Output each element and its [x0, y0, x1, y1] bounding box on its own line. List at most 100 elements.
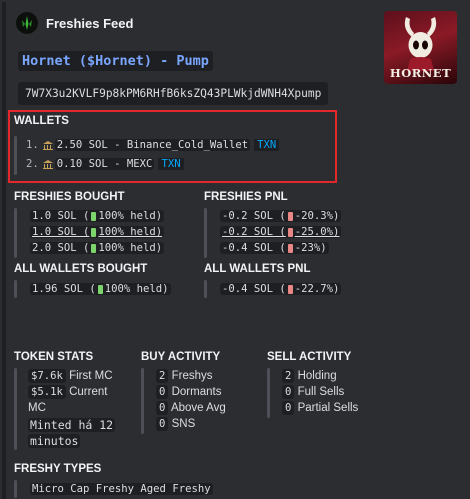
buy-activity-item: 0 Above Avg — [156, 401, 226, 415]
quote-bar — [267, 368, 270, 418]
author-name[interactable]: Freshies Feed — [46, 16, 133, 31]
all-wallets-pnl-row: -0.4 SOL ( -22.7%) — [220, 283, 342, 295]
first-mc-value: $7.6k — [28, 369, 66, 383]
freshy-types-header: FRESHY TYPES — [14, 463, 102, 475]
label: Dormants — [171, 386, 222, 398]
all-wallets-pnl-header: ALL WALLETS PNL — [204, 263, 311, 275]
token-title-link[interactable]: Hornet ($Hornet) - Pump — [18, 51, 213, 71]
freshies-pnl-header: FRESHIES PNL — [204, 191, 288, 203]
pnl-pct: -22.7%) — [294, 283, 340, 295]
freshies-bought-row[interactable]: 2.0 SOL (100% held) — [30, 242, 165, 254]
freshies-bought-row[interactable]: 1.0 SOL ( 100% held) — [30, 210, 165, 222]
token-stats-header: TOKEN STATS — [14, 351, 94, 363]
pnl-pct: -20.3%) — [294, 210, 340, 222]
quote-bar — [204, 280, 207, 298]
wallet-text: 0.10 SOL - MEXC — [54, 158, 155, 170]
freshy-types-value: Micro Cap Freshy Aged Freshy — [30, 483, 213, 495]
quote-bar — [141, 368, 144, 434]
freshies-pnl-row[interactable]: -0.2 SOL ( -25.0%) — [220, 226, 342, 238]
bank-icon — [42, 159, 53, 169]
thumbnail-text: HORNET — [389, 66, 452, 80]
first-mc-label: First MC — [69, 370, 113, 382]
count: 0 — [156, 417, 169, 431]
count: 0 — [282, 385, 295, 399]
sell-activity-header: SELL ACTIVITY — [267, 351, 352, 363]
held-pct: 100% held) — [98, 226, 163, 238]
current-mc-value: $5.1k — [28, 385, 66, 399]
current-mc-stat: $5.1k Current — [28, 385, 108, 399]
battery-low-icon — [287, 227, 293, 237]
all-wallets-bought-header: ALL WALLETS BOUGHT — [14, 263, 148, 275]
count: 2 — [282, 369, 295, 383]
label: Holding — [297, 370, 337, 382]
minted-stat-cont: minutos — [28, 434, 81, 448]
minted-stat: Minted há 12 — [28, 418, 116, 432]
freshies-bought-header: FRESHIES BOUGHT — [14, 191, 125, 203]
contract-address[interactable]: 7W7X3u2KVLF9p8kPM6RHfB6ksZQ43PLWkjdWNH4X… — [18, 82, 329, 105]
wallets-header: WALLETS — [14, 115, 69, 127]
quote-bar — [14, 208, 17, 258]
sell-activity-item: 0 Partial Sells — [282, 401, 359, 415]
count: 0 — [282, 401, 295, 415]
sell-activity-item: 2 Holding — [282, 369, 337, 383]
quote-bar — [14, 280, 17, 298]
current-mc-label-cont: MC — [28, 402, 46, 414]
bank-icon — [42, 140, 53, 150]
minted-text: Minted há 12 — [28, 418, 116, 432]
quote-bar — [204, 208, 207, 258]
amount: -0.4 SOL ( — [222, 283, 286, 295]
battery-full-icon — [91, 211, 97, 221]
amount: -0.2 SOL ( — [222, 210, 286, 222]
freshies-pnl-row[interactable]: -0.2 SOL ( -20.3%) — [220, 210, 342, 222]
txn-link[interactable]: TXN — [158, 158, 184, 170]
embed-card: Freshies Feed HORNET Hornet ($Hornet) - … — [2, 2, 468, 499]
pnl-pct: -25.0%) — [294, 226, 340, 238]
amount: 1.0 SOL ( — [32, 226, 90, 238]
amount: -0.4 SOL ( — [222, 242, 286, 254]
count: 2 — [156, 369, 169, 383]
wallet-item: 1. 2.50 SOL - Binance_Cold_Wallet TXN — [26, 139, 280, 151]
freshies-pnl-row[interactable]: -0.4 SOL ( -23%) — [220, 242, 329, 254]
amount: 1.0 SOL ( — [32, 210, 90, 222]
label: Freshys — [171, 370, 213, 382]
wallet-item: 2. 0.10 SOL - MEXC TXN — [26, 158, 184, 170]
battery-full-icon — [97, 284, 103, 294]
held-pct: 100% held) — [98, 210, 163, 222]
buy-activity-item: 0 SNS — [156, 417, 196, 431]
battery-low-icon — [287, 211, 293, 221]
first-mc-stat: $7.6k First MC — [28, 369, 113, 383]
pnl-pct: -23%) — [294, 242, 327, 254]
quote-bar — [14, 136, 17, 175]
list-index: 2. — [26, 158, 39, 170]
current-mc-label: Current — [69, 386, 108, 398]
battery-full-icon — [91, 227, 97, 237]
all-wallets-bought-row: 1.96 SOL ( 100% held) — [30, 283, 171, 295]
wallet-text: 2.50 SOL - Binance_Cold_Wallet — [54, 139, 251, 151]
txn-link[interactable]: TXN — [254, 139, 280, 151]
label: SNS — [171, 418, 196, 430]
buy-activity-item: 0 Dormants — [156, 385, 222, 399]
held-pct: 100% held) — [98, 242, 163, 254]
token-thumbnail[interactable]: HORNET — [384, 11, 457, 84]
sell-activity-item: 0 Full Sells — [282, 385, 345, 399]
current-mc-stat-cont: MC — [28, 402, 46, 414]
held-pct: 100% held) — [104, 283, 169, 295]
count: 0 — [156, 385, 169, 399]
battery-full-icon — [91, 243, 97, 253]
battery-low-icon — [287, 284, 293, 294]
minted-text-cont: minutos — [28, 434, 81, 448]
label: Partial Sells — [297, 402, 359, 414]
quote-bar — [14, 368, 17, 450]
freshies-bought-row[interactable]: 1.0 SOL ( 100% held) — [30, 226, 165, 238]
label: Above Avg — [170, 402, 226, 414]
buy-activity-header: BUY ACTIVITY — [141, 351, 221, 363]
dagger-icon — [16, 12, 38, 34]
buy-activity-item: 2 Freshys — [156, 369, 213, 383]
quote-bar — [14, 480, 17, 498]
amount: -0.2 SOL ( — [222, 226, 286, 238]
count: 0 — [156, 401, 169, 415]
label: Full Sells — [297, 386, 345, 398]
embed-author: Freshies Feed — [16, 12, 133, 34]
amount: 1.96 SOL ( — [32, 283, 96, 295]
battery-low-icon — [287, 243, 293, 253]
